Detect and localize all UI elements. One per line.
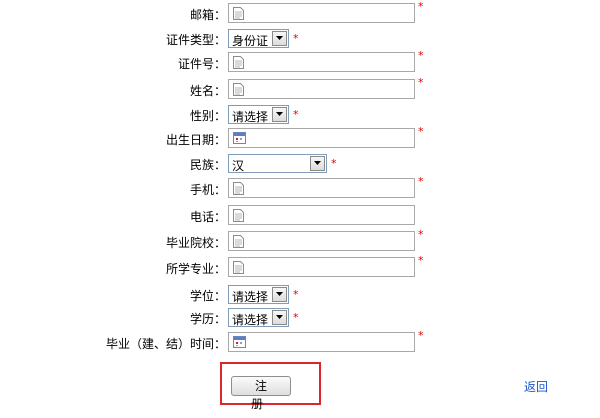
ethnicity-label: 民族：: [189, 158, 226, 172]
phone-label: 电话：: [189, 210, 226, 224]
education-value: 请选择: [232, 313, 269, 327]
dropdown-button[interactable]: [272, 107, 287, 122]
birth-date-label: 出生日期：: [165, 133, 226, 147]
document-icon: [233, 209, 244, 222]
document-icon: [233, 182, 244, 195]
phone-field[interactable]: [228, 205, 415, 225]
chevron-down-icon: [276, 112, 283, 116]
school-label: 毕业院校：: [165, 236, 226, 250]
required-mark: *: [418, 76, 424, 89]
calendar-icon: [233, 336, 246, 348]
id-type-select[interactable]: 身份证: [228, 29, 289, 48]
document-icon: [233, 235, 244, 248]
document-icon: [233, 7, 244, 20]
row-name: 姓名： *: [0, 76, 600, 101]
row-phone: 电话：: [0, 205, 600, 227]
required-mark: *: [418, 329, 424, 342]
major-label: 所学专业：: [165, 262, 226, 276]
register-button[interactable]: 注 册: [231, 376, 291, 411]
mobile-label: 手机：: [189, 183, 226, 197]
degree-select[interactable]: 请选择: [228, 285, 289, 304]
email-field[interactable]: [228, 3, 415, 23]
row-gender: 性别： 请选择 *: [0, 104, 600, 126]
graduation-time-field[interactable]: [228, 332, 415, 352]
id-type-label: 证件类型：: [165, 33, 226, 47]
row-id-number: 证件号： *: [0, 49, 600, 74]
mobile-field[interactable]: [228, 178, 415, 198]
required-mark: *: [418, 125, 424, 138]
required-mark: *: [293, 311, 299, 324]
required-mark: *: [418, 175, 424, 188]
chevron-down-icon: [276, 36, 283, 40]
chevron-down-icon: [276, 315, 283, 319]
required-mark: *: [418, 228, 424, 241]
ethnicity-select[interactable]: 汉: [228, 154, 327, 173]
id-number-label: 证件号：: [177, 57, 226, 71]
row-ethnicity: 民族： 汉 *: [0, 153, 600, 175]
school-field[interactable]: [228, 231, 415, 251]
row-education: 学历： 请选择 *: [0, 307, 600, 329]
required-mark: *: [293, 288, 299, 301]
id-type-value: 身份证: [232, 34, 269, 48]
required-mark: *: [331, 157, 337, 170]
name-field[interactable]: [228, 79, 415, 99]
row-major: 所学专业： *: [0, 254, 600, 279]
degree-value: 请选择: [232, 290, 269, 304]
id-number-field[interactable]: [228, 52, 415, 72]
chevron-down-icon: [276, 292, 283, 296]
document-icon: [233, 83, 244, 96]
dropdown-button[interactable]: [272, 287, 287, 302]
education-select[interactable]: 请选择: [228, 308, 289, 327]
degree-label: 学位：: [189, 289, 226, 303]
dropdown-button[interactable]: [272, 310, 287, 325]
education-label: 学历：: [189, 312, 226, 326]
required-mark: *: [418, 0, 424, 13]
required-mark: *: [293, 32, 299, 45]
dropdown-button[interactable]: [310, 156, 325, 171]
gender-label: 性别：: [189, 109, 226, 123]
row-graduation-time: 毕业（建、结）时间： *: [0, 329, 600, 354]
ethnicity-value: 汉: [232, 159, 245, 173]
row-birth-date: 出生日期： *: [0, 125, 600, 150]
row-email: 邮箱： *: [0, 0, 600, 25]
birth-date-field[interactable]: [228, 128, 415, 148]
gender-select[interactable]: 请选择: [228, 105, 289, 124]
back-link[interactable]: 返回: [524, 378, 548, 395]
required-mark: *: [418, 49, 424, 62]
dropdown-button[interactable]: [272, 31, 287, 46]
required-mark: *: [293, 108, 299, 121]
email-label: 邮箱：: [189, 8, 226, 22]
required-mark: *: [418, 254, 424, 267]
document-icon: [233, 261, 244, 274]
name-label: 姓名：: [189, 84, 226, 98]
row-school: 毕业院校： *: [0, 228, 600, 253]
row-id-type: 证件类型： 身份证 *: [0, 28, 600, 50]
row-degree: 学位： 请选择 *: [0, 284, 600, 306]
row-mobile: 手机： *: [0, 175, 600, 200]
document-icon: [233, 56, 244, 69]
graduation-time-label: 毕业（建、结）时间：: [105, 337, 226, 351]
chevron-down-icon: [314, 161, 321, 165]
major-field[interactable]: [228, 257, 415, 277]
gender-value: 请选择: [232, 110, 269, 124]
calendar-icon: [233, 132, 246, 144]
